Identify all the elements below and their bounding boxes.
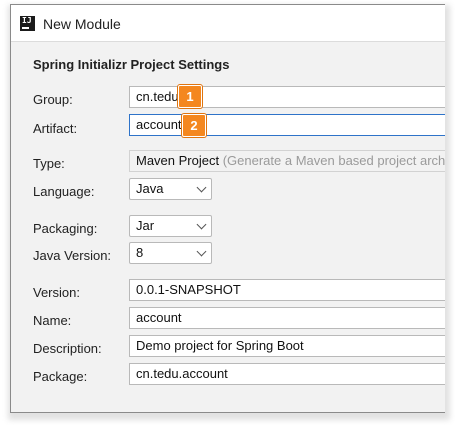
packaging-value: Jar [136, 218, 155, 233]
artifact-label: Artifact: [33, 121, 78, 136]
title-bar: IJ New Module [11, 5, 445, 42]
type-hint: (Generate a Maven based project archive) [222, 153, 445, 168]
version-field[interactable]: 0.0.1-SNAPSHOT [129, 279, 445, 301]
language-dropdown[interactable]: Java [129, 178, 212, 200]
type-label: Type: [33, 156, 65, 171]
description-field[interactable]: Demo project for Spring Boot [129, 335, 445, 357]
section-heading: Spring Initializr Project Settings [33, 57, 230, 72]
artifact-field[interactable]: account [129, 114, 445, 136]
java-version-label: Java Version: [33, 248, 112, 263]
group-label: Group: [33, 92, 73, 107]
new-module-dialog: IJ New Module Spring Initializr Project … [10, 4, 445, 413]
type-field: Maven Project (Generate a Maven based pr… [129, 150, 445, 172]
package-label: Package: [33, 369, 88, 384]
group-field[interactable]: cn.tedu [129, 86, 445, 108]
chevron-down-icon [196, 219, 207, 230]
language-value: Java [136, 181, 164, 196]
window-title: New Module [43, 16, 121, 32]
packaging-dropdown[interactable]: Jar [129, 215, 212, 237]
description-label: Description: [33, 341, 102, 356]
annotation-badge-1: 1 [178, 85, 202, 108]
java-version-value: 8 [136, 245, 144, 260]
java-version-dropdown[interactable]: 8 [129, 242, 212, 264]
chevron-down-icon [196, 182, 207, 193]
language-label: Language: [33, 184, 95, 199]
version-label: Version: [33, 285, 80, 300]
name-field[interactable]: account [129, 307, 445, 329]
package-field[interactable]: cn.tedu.account [129, 363, 445, 385]
chevron-down-icon [196, 246, 207, 257]
intellij-icon: IJ [20, 16, 35, 31]
annotation-badge-2: 2 [182, 114, 206, 137]
name-label: Name: [33, 313, 72, 328]
packaging-label: Packaging: [33, 221, 98, 236]
type-value: Maven Project [136, 153, 220, 168]
